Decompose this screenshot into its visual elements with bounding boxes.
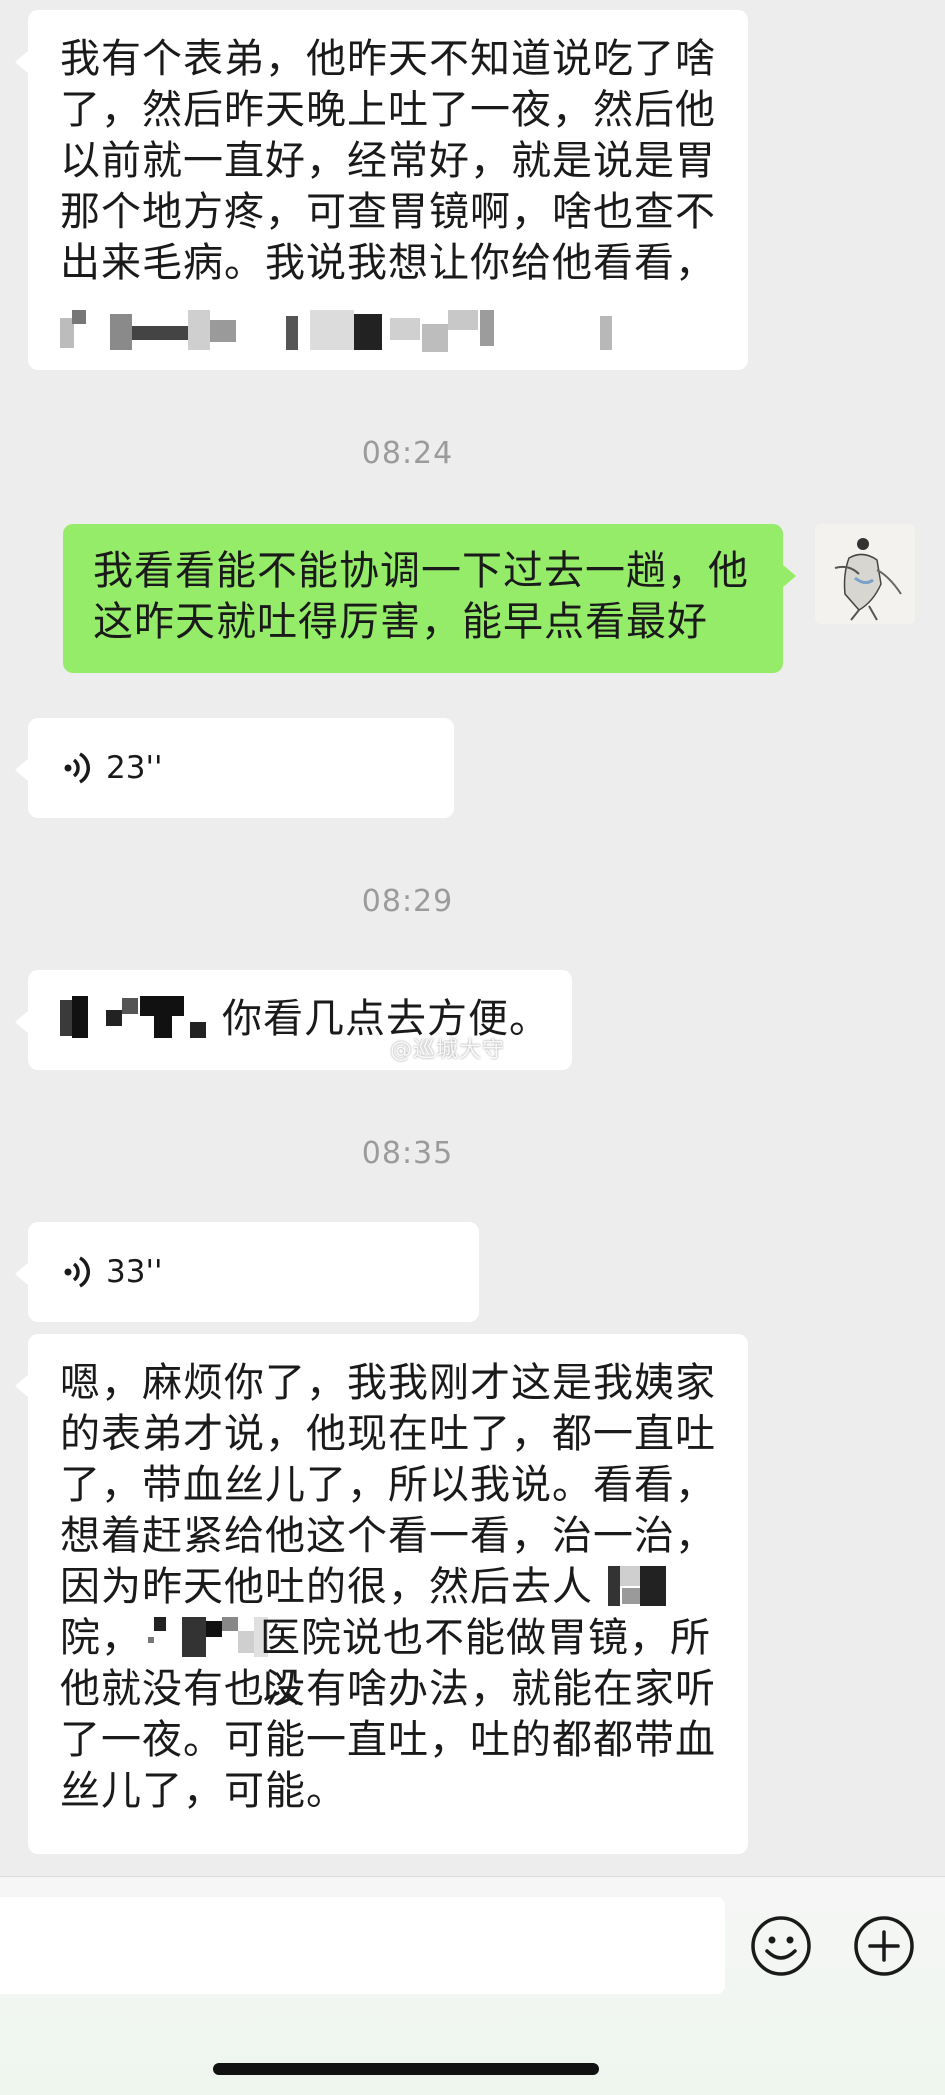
voice-duration: 33'': [106, 1254, 163, 1290]
voice-duration: 23'': [106, 750, 163, 786]
timestamp: 08:35: [361, 1136, 454, 1171]
message-line: 院，: [60, 1615, 142, 1661]
blurred-text: [60, 996, 230, 1046]
watermark: @巡城大守: [390, 1038, 506, 1063]
message-line: 丝儿了，可能。: [60, 1768, 347, 1814]
voice-message-bubble[interactable]: 23'': [15, 718, 454, 818]
home-indicator: [213, 2063, 599, 2075]
message-line: 因为昨天他吐的很，然后去人: [60, 1564, 593, 1610]
chat-area[interactable]: 我有个表弟，他昨天不知道说吃了啥了，然后昨天晚上吐了一夜，然后他以前就一直好，经…: [0, 0, 945, 1876]
message-line: 嗯，麻烦你了，我我刚才这是我姨家: [60, 1360, 716, 1406]
message-text: 我看看能不能协调一下过去一趟，他这昨天就吐得厉害，能早点看最好: [93, 548, 749, 645]
message-bubble-sent[interactable]: 我看看能不能协调一下过去一趟，他这昨天就吐得厉害，能早点看最好: [63, 524, 796, 673]
blurred-text: [60, 310, 620, 354]
add-button[interactable]: [853, 1915, 915, 1977]
message-bubble-received[interactable]: 嗯，麻烦你了，我我刚才这是我姨家 的表弟才说，他现在吐了，都一直吐 了，带血丝儿…: [15, 1334, 748, 1854]
message-line: 医院说也不能做胃镜，所以: [260, 1615, 711, 1712]
avatar-ink-figure-icon: [815, 524, 915, 624]
voice-message-bubble[interactable]: 33'': [15, 1222, 479, 1322]
input-bar: [0, 1876, 945, 2095]
user-avatar[interactable]: [815, 524, 915, 624]
message-line: 了一夜。可能一直吐，吐的都都带血: [60, 1717, 716, 1763]
voice-wave-icon: [64, 752, 90, 784]
timestamp: 08:24: [361, 436, 454, 471]
message-text: 我有个表弟，他昨天不知道说吃了啥了，然后昨天晚上吐了一夜，然后他以前就一直好，经…: [60, 36, 716, 286]
voice-wave-icon: [64, 1256, 90, 1288]
smiley-emoji-icon: [751, 1916, 811, 1976]
timestamp: 08:29: [361, 884, 454, 919]
emoji-button[interactable]: [750, 1915, 812, 1977]
blurred-text: [608, 1566, 668, 1608]
message-input[interactable]: [0, 1897, 725, 1994]
message-line: 了，带血丝儿了，所以我说。看看，: [60, 1462, 716, 1508]
plus-circle-icon: [854, 1916, 914, 1976]
message-bubble-received[interactable]: 我有个表弟，他昨天不知道说吃了啥了，然后昨天晚上吐了一夜，然后他以前就一直好，经…: [15, 10, 748, 370]
message-line: 想着赶紧给他这个看一看，治一治，: [60, 1513, 716, 1559]
message-line: 的表弟才说，他现在吐了，都一直吐: [60, 1411, 716, 1457]
